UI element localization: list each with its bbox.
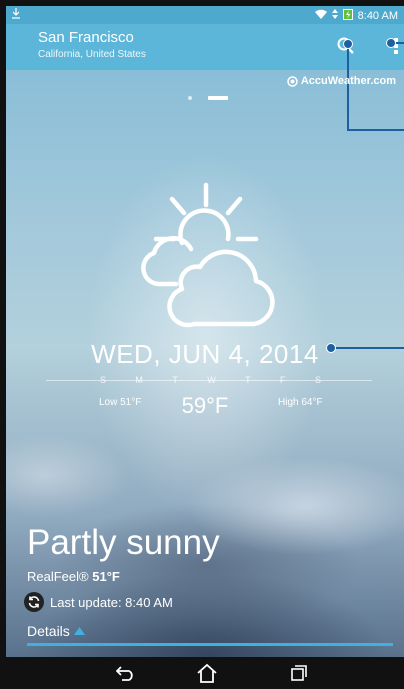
page-dot-active[interactable] bbox=[208, 96, 228, 100]
back-icon bbox=[116, 666, 133, 681]
realfeel: RealFeel® 51°F bbox=[27, 569, 120, 584]
last-update: Last update: 8:40 AM bbox=[24, 592, 173, 612]
weather-app: 8:40 AM San Francisco California, United… bbox=[6, 6, 404, 689]
weekday-label[interactable]: T bbox=[243, 375, 253, 385]
battery-charging-icon bbox=[342, 8, 353, 23]
recent-apps-button[interactable] bbox=[284, 662, 314, 684]
back-button[interactable] bbox=[111, 662, 141, 684]
callout-dot bbox=[343, 39, 353, 49]
weekday-label[interactable]: M bbox=[133, 375, 145, 385]
weekday-label[interactable]: F bbox=[278, 375, 288, 385]
page-indicator bbox=[188, 96, 228, 100]
callout-line bbox=[347, 44, 349, 130]
refresh-button[interactable] bbox=[24, 592, 44, 612]
provider-link[interactable]: AccuWeather.com bbox=[287, 75, 396, 87]
weekday-strip: S M T W T F S bbox=[98, 375, 323, 385]
status-bar: 8:40 AM bbox=[6, 6, 404, 24]
weekday-label[interactable]: S bbox=[313, 375, 323, 385]
download-icon bbox=[12, 8, 20, 22]
high-temperature: High 64°F bbox=[278, 397, 323, 408]
weekday-label[interactable]: T bbox=[170, 375, 180, 385]
home-icon bbox=[197, 663, 217, 683]
realfeel-value: 51°F bbox=[92, 569, 120, 584]
details-underline bbox=[27, 643, 393, 646]
accuweather-logo-icon bbox=[287, 75, 298, 87]
partly-sunny-icon bbox=[136, 181, 286, 336]
current-temperature: 59°F bbox=[181, 393, 229, 418]
wifi-icon bbox=[314, 9, 327, 22]
realfeel-label: RealFeel® bbox=[27, 569, 89, 584]
recent-apps-icon bbox=[291, 665, 307, 681]
region-name: California, United States bbox=[38, 49, 146, 60]
page-dot[interactable] bbox=[188, 96, 192, 100]
data-transfer-icon bbox=[331, 9, 338, 22]
provider-name: AccuWeather.com bbox=[300, 75, 396, 87]
details-toggle[interactable]: Details bbox=[27, 623, 85, 639]
last-update-text: Last update: 8:40 AM bbox=[50, 594, 173, 610]
weekday-label[interactable]: S bbox=[98, 375, 108, 385]
clock-time: 8:40 AM bbox=[357, 9, 398, 22]
condition-summary: Partly sunny bbox=[27, 523, 220, 562]
system-navigation-bar bbox=[6, 657, 404, 689]
city-name[interactable]: San Francisco bbox=[38, 29, 134, 46]
refresh-icon bbox=[28, 596, 40, 608]
forecast-date: WED, JUN 4, 2014 bbox=[91, 339, 319, 369]
home-button[interactable] bbox=[192, 662, 222, 684]
callout-dot bbox=[386, 38, 396, 48]
callout-line bbox=[347, 129, 404, 131]
details-label: Details bbox=[27, 623, 70, 639]
caret-up-icon bbox=[73, 627, 85, 635]
weekday-label[interactable]: W bbox=[205, 375, 218, 385]
